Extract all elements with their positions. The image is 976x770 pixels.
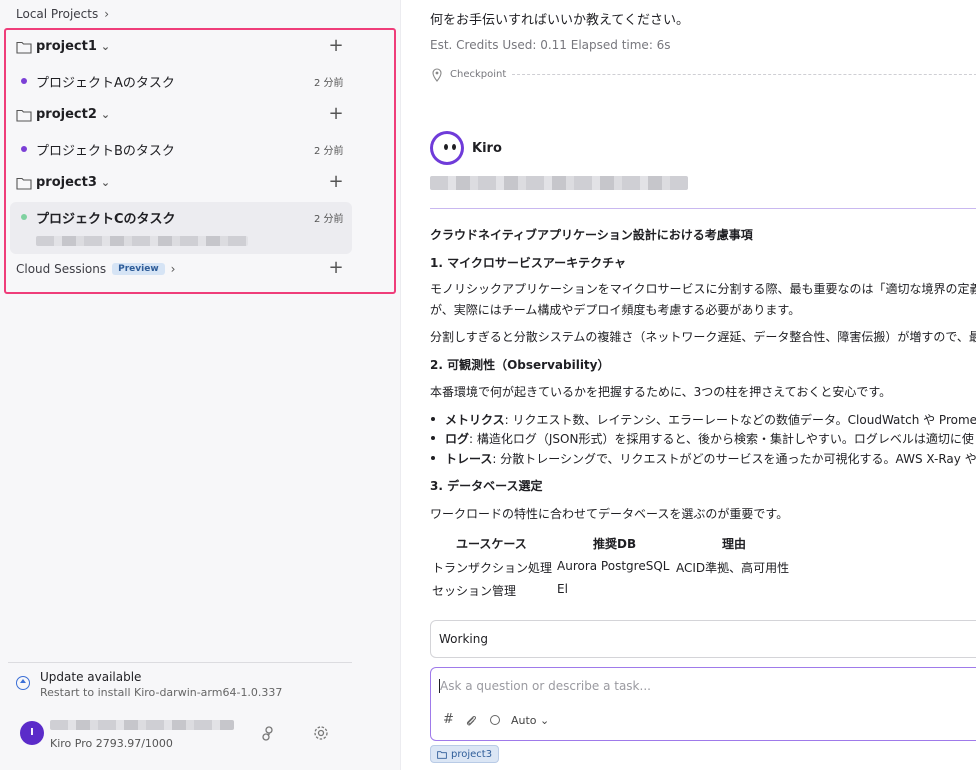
table-cell: トランザクション処理: [432, 561, 553, 575]
bullet-text: : リクエスト数、レイテンシ、エラーレートなどの数値データ。CloudWatch…: [504, 413, 976, 427]
chat-input-placeholder[interactable]: Ask a question or describe a task...: [440, 679, 651, 693]
section1-paragraph-2: 分割しすぎると分散システムの複雑さ（ネットワーク遅延、データ整合性、障害伝搬）が…: [430, 330, 976, 344]
section-heading-3: 3. データベース選定: [430, 479, 543, 493]
highlight-box: [4, 28, 396, 294]
avatar[interactable]: I: [20, 721, 44, 745]
local-projects-label: Local Projects: [16, 7, 99, 21]
mode-selector[interactable]: Auto ⌄: [511, 714, 549, 727]
hash-icon[interactable]: #: [443, 712, 454, 727]
location-pin-icon: [432, 68, 442, 82]
section1-paragraph: モノリシックアプリケーションをマイクロサービスに分割する際、最も重要なのは「適切…: [430, 282, 976, 296]
assistant-name: Kiro: [472, 141, 502, 156]
response-title: クラウドネイティブアプリケーション設計における考慮事項: [430, 228, 753, 242]
ghost-eye-left: [444, 144, 448, 150]
divider: [8, 662, 352, 663]
plan-usage: Kiro Pro 2793.97/1000: [50, 737, 173, 750]
paperclip-icon[interactable]: [465, 714, 477, 727]
table-cell: セッション管理: [432, 584, 517, 598]
update-title[interactable]: Update available: [40, 670, 141, 684]
folder-icon: [437, 750, 447, 759]
mode-label: Auto: [511, 714, 537, 727]
section1-paragraph: が、実際にはチーム構成やデプロイ頻度も考慮する必要があります。: [430, 303, 801, 317]
usage-stats: Est. Credits Used: 0.11 Elapsed time: 6s: [430, 38, 671, 52]
bullet-item: ログ: 構造化ログ（JSON形式）を採用すると、後から検索・集計しやすい。ログレ…: [445, 430, 974, 447]
table-cell: El: [557, 582, 568, 596]
working-status-box: [430, 620, 976, 658]
local-projects-header[interactable]: Local Projects ›: [16, 7, 109, 21]
bullet-text: : 分散トレーシングで、リクエストがどのサービスを通ったか可視化する。AWS X…: [492, 452, 976, 466]
section-heading-1: 1. マイクロサービスアーキテクチャ: [430, 256, 627, 270]
bullet-item: トレース: 分散トレーシングで、リクエストがどのサービスを通ったか可視化する。A…: [445, 450, 976, 467]
update-arrow-icon: [16, 676, 30, 690]
table-cell: Aurora PostgreSQL: [557, 559, 670, 573]
update-subtitle: Restart to install Kiro-darwin-arm64-1.0…: [40, 686, 283, 699]
chevron-down-icon: ⌄: [540, 714, 550, 727]
checkpoint-label[interactable]: Checkpoint: [450, 69, 506, 80]
bullet-term: トレース: [445, 452, 493, 466]
table-header-reason: 理由: [722, 537, 747, 551]
chat-panel: 何をお手伝いすればいいか教えてください。 Est. Credits Used: …: [400, 0, 976, 770]
table-header-usecase: ユースケース: [456, 537, 527, 551]
context-chip-label: project3: [451, 748, 493, 760]
table-header-db: 推奨DB: [593, 537, 637, 551]
bullet: [431, 436, 435, 440]
context-chip[interactable]: project3: [430, 745, 500, 763]
bullet-term: ログ: [445, 432, 470, 446]
redacted-line: [430, 176, 688, 190]
bullet-term: メトリクス: [445, 413, 505, 427]
bullet-item: メトリクス: リクエスト数、レイテンシ、エラーレートなどの数値データ。Cloud…: [445, 411, 976, 428]
table-cell: ACID準拠、高可用性: [676, 561, 790, 575]
ghost-eye-right: [452, 144, 456, 150]
account-email-redacted: [50, 720, 234, 730]
bullet: [431, 417, 435, 421]
sidebar: Local Projects › project1 ⌄ + プロジェクトAのタスク…: [0, 0, 401, 770]
previous-message: 何をお手伝いすればいいか教えてください。: [430, 13, 689, 28]
section-heading-2: 2. 可観測性（Observability）: [430, 358, 610, 372]
bullet: [431, 456, 435, 460]
divider: [430, 208, 976, 209]
section3-intro: ワークロードの特性に合わせてデータベースを選ぶのが重要です。: [430, 507, 789, 521]
account-switch-icon[interactable]: [260, 724, 278, 742]
circle-icon[interactable]: [490, 715, 500, 725]
chevron-right-icon: ›: [104, 7, 110, 21]
section2-intro: 本番環境で何が起きているかを把握するために、3つの柱を押さえておくと安心です。: [430, 385, 892, 399]
checkpoint-divider: [512, 74, 976, 75]
bullet-text: : 構造化ログ（JSON形式）を採用すると、後から検索・集計しやすい。ログレベル…: [469, 432, 974, 446]
working-label: Working: [439, 632, 488, 646]
gear-icon[interactable]: [312, 724, 330, 742]
